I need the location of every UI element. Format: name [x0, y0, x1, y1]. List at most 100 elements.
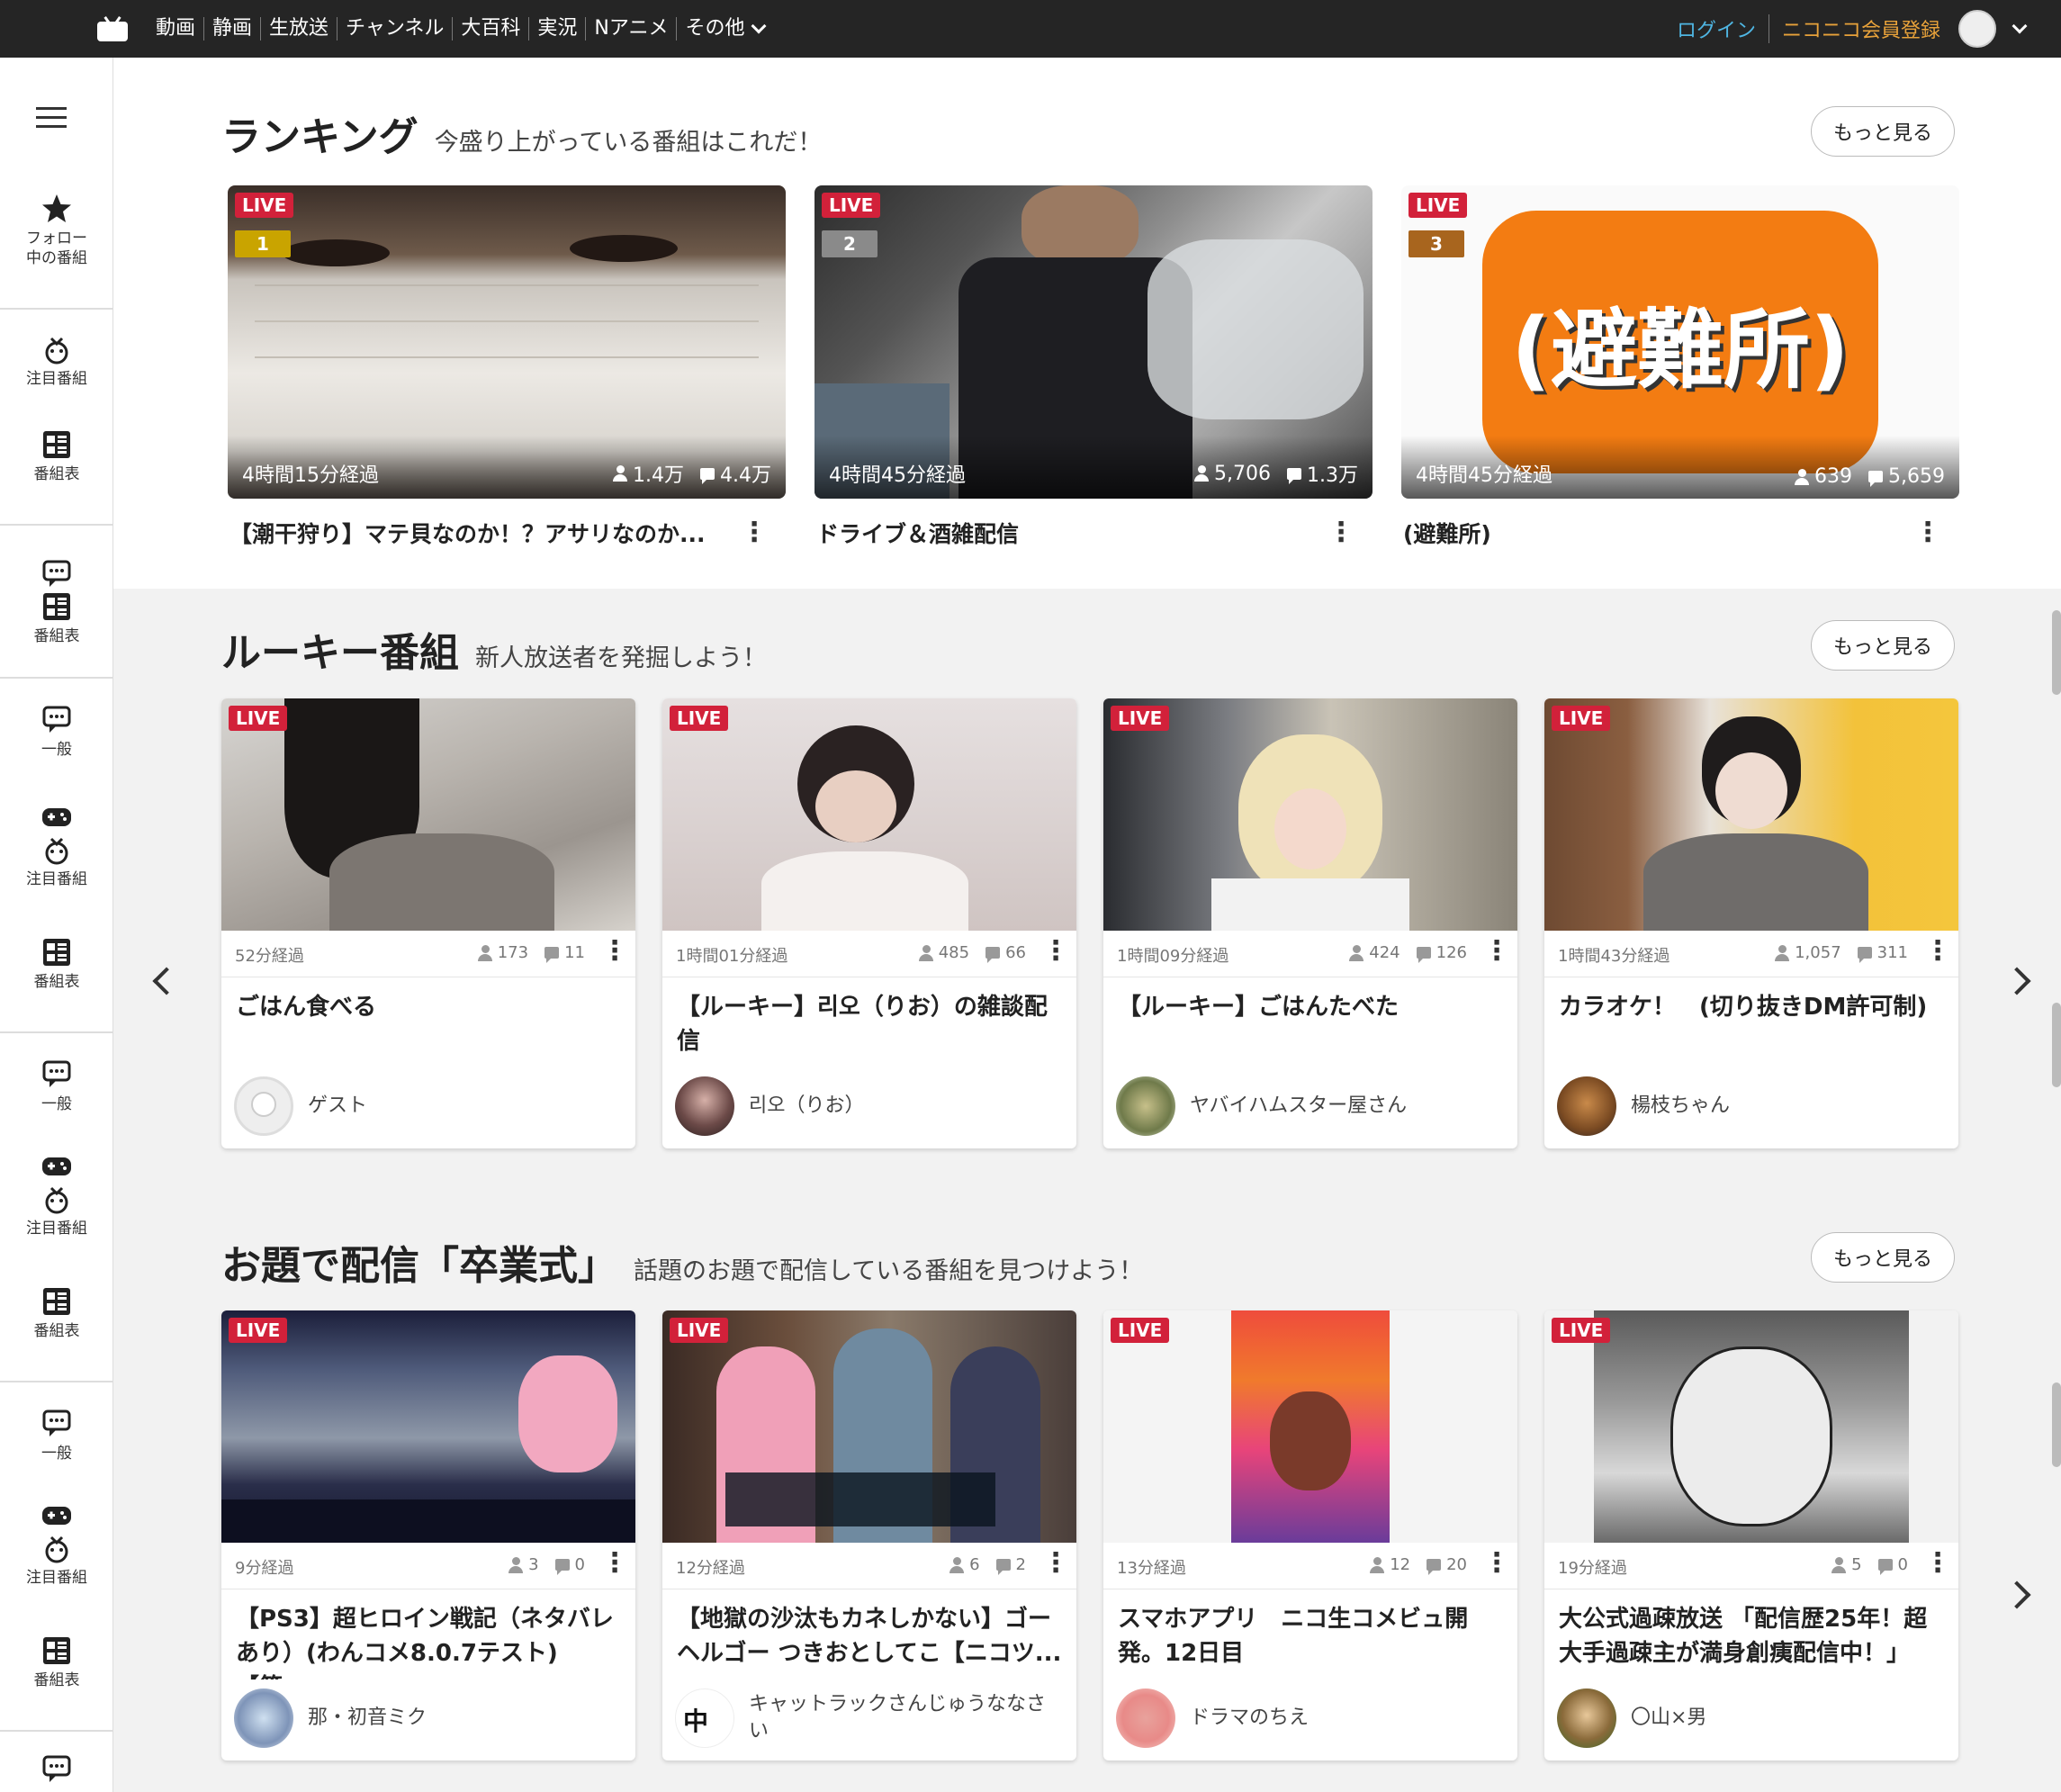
program-thumbnail[interactable]: LIVE [1544, 698, 1958, 931]
ranking-card[interactable]: LIVE 1 4時間15分経過 1.4万 4.4万 【潮干狩り】マテ貝なのか！？ア… [228, 185, 786, 549]
nav-channel[interactable]: チャンネル [338, 17, 454, 41]
sidebar-item-schedule[interactable]: 番組表 [0, 1634, 113, 1690]
broadcaster-name[interactable]: キャットラックさんじゅうななさい [749, 1691, 1055, 1745]
rookie-card[interactable]: LIVE 52分経過 173 11 ごはん食べる ゲスト [221, 698, 635, 1148]
more-button[interactable]: もっと見る [1811, 620, 1955, 671]
user-avatar-icon[interactable] [1958, 10, 1996, 48]
broadcaster-avatar[interactable] [234, 1076, 293, 1136]
program-thumbnail[interactable]: LIVE [221, 698, 635, 931]
broadcaster-avatar[interactable]: 中 [675, 1688, 734, 1748]
more-button[interactable]: もっと見る [1811, 1232, 1955, 1283]
broadcaster-avatar[interactable] [1116, 1688, 1175, 1748]
rookie-card[interactable]: LIVE 1時間43分経過 1,057 311 カラオケ！ (切り抜きDM許可制)… [1544, 698, 1958, 1148]
broadcaster-name[interactable]: 〇山×男 [1631, 1705, 1937, 1732]
program-title[interactable]: 【地獄の沙汰もカネしかない】ゴーヘルゴー つきおとしてこ【ニコツ... [662, 1589, 1076, 1679]
program-title[interactable]: ごはん食べる [221, 977, 635, 1067]
broadcaster[interactable]: 中 キャットラックさんじゅうななさい [675, 1688, 1055, 1748]
program-thumbnail[interactable]: LIVE 1 4時間15分経過 1.4万 4.4万 [228, 185, 786, 499]
broadcaster-avatar[interactable] [1557, 1688, 1616, 1748]
broadcaster-name[interactable]: 那・初音ミク [308, 1705, 614, 1732]
login-link[interactable]: ログイン [1677, 14, 1769, 43]
program-title[interactable]: 【ルーキー】리오（りお）の雑談配信 [662, 977, 1076, 1067]
more-options-icon[interactable] [1483, 1547, 1510, 1579]
more-options-icon[interactable] [1042, 935, 1069, 967]
niconico-tv-logo-icon[interactable] [97, 16, 128, 41]
account-chevron-down-icon[interactable] [2012, 18, 2028, 34]
broadcaster-avatar[interactable] [675, 1076, 734, 1136]
broadcaster[interactable]: ヤバイハムスター屋さん [1116, 1076, 1496, 1136]
program-title[interactable]: (避難所) [1401, 517, 1905, 549]
program-thumbnail[interactable]: LIVE [662, 698, 1076, 931]
broadcaster-name[interactable]: ドラマのちえ [1190, 1705, 1496, 1732]
carousel-next-arrow-icon[interactable] [2002, 967, 2031, 995]
nav-live[interactable]: 生放送 [261, 17, 338, 41]
sidebar-item-attention[interactable]: 注目番組 [0, 333, 113, 389]
broadcaster-avatar[interactable] [1557, 1076, 1616, 1136]
more-options-icon[interactable] [1914, 517, 1941, 548]
program-thumbnail[interactable]: LIVE 2 4時間45分経過 5,706 1.3万 [814, 185, 1372, 499]
ranking-card[interactable]: LIVE 2 4時間45分経過 5,706 1.3万 ドライブ＆酒雑配信 [814, 185, 1372, 549]
hamburger-menu-icon[interactable] [36, 107, 67, 128]
broadcaster-name[interactable]: 楊枝ちゃん [1631, 1093, 1937, 1120]
sidebar-item-general[interactable]: 一般 [0, 1408, 113, 1463]
broadcaster-name[interactable]: ゲスト [308, 1093, 614, 1120]
nav-nanime[interactable]: Nアニメ [586, 17, 678, 41]
program-title[interactable]: 【潮干狩り】マテ貝なのか！？アサリなのか... [228, 517, 732, 549]
sidebar-item-schedule[interactable]: 番組表 [0, 1285, 113, 1341]
nav-other[interactable]: その他 [677, 17, 772, 41]
program-title[interactable]: 【ルーキー】ごはんたべた [1103, 977, 1517, 1067]
broadcaster-name[interactable]: ヤバイハムスター屋さん [1190, 1093, 1496, 1120]
ranking-card[interactable]: (避難所) LIVE 3 4時間45分経過 639 5,659 (避難所) [1401, 185, 1959, 549]
program-thumbnail[interactable]: LIVE [1103, 1310, 1517, 1543]
carousel-prev-arrow-icon[interactable] [152, 967, 181, 995]
broadcaster-avatar[interactable] [234, 1688, 293, 1748]
sidebar-item-schedule[interactable]: 番組表 [0, 936, 113, 992]
theme-card[interactable]: LIVE 12分経過 6 2 【地獄の沙汰もカネしかない】ゴーヘルゴー つきおとし… [662, 1310, 1076, 1760]
sidebar-item-general-partial[interactable] [0, 1753, 113, 1786]
more-options-icon[interactable] [1328, 517, 1354, 548]
more-options-icon[interactable] [1042, 1547, 1069, 1579]
more-button[interactable]: もっと見る [1811, 106, 1955, 157]
more-options-icon[interactable] [1483, 935, 1510, 967]
broadcaster[interactable]: ドラマのちえ [1116, 1688, 1496, 1748]
program-title[interactable]: カラオケ！ (切り抜きDM許可制) [1544, 977, 1958, 1067]
program-title[interactable]: 大公式過疎放送 「配信歴25年！超大手過疎主が満身創痍配信中！」 [1544, 1589, 1958, 1679]
program-thumbnail[interactable]: LIVE [221, 1310, 635, 1543]
theme-card[interactable]: LIVE 13分経過 12 20 スマホアプリ ニコ生コメビュ開発。12日目 ドラ… [1103, 1310, 1517, 1760]
broadcaster[interactable]: 〇山×男 [1557, 1688, 1937, 1748]
more-options-icon[interactable] [741, 517, 768, 548]
program-title[interactable]: ドライブ＆酒雑配信 [814, 517, 1318, 549]
nav-dic[interactable]: 大百科 [453, 17, 530, 41]
program-thumbnail[interactable]: LIVE [662, 1310, 1076, 1543]
sidebar-item-game-attention[interactable]: 注目番組 [0, 1499, 113, 1588]
sidebar-item-follow[interactable]: フォロー中の番組 [0, 193, 113, 268]
rookie-card[interactable]: LIVE 1時間01分経過 485 66 【ルーキー】리오（りお）の雑談配信 리오… [662, 698, 1076, 1148]
scrollbar-thumb[interactable] [2052, 1382, 2061, 1467]
program-thumbnail[interactable]: (避難所) LIVE 3 4時間45分経過 639 5,659 [1401, 185, 1959, 499]
nav-jikkyo[interactable]: 実況 [529, 17, 587, 41]
register-link[interactable]: ニコニコ会員登録 [1769, 14, 1958, 43]
theme-card[interactable]: LIVE 9分経過 3 0 【PS3】超ヒロイン戦記（ネタバレあり）(わんコメ8.… [221, 1310, 635, 1760]
nav-seiga[interactable]: 静画 [204, 17, 262, 41]
program-thumbnail[interactable]: LIVE [1544, 1310, 1958, 1543]
scrollbar-thumb[interactable] [2052, 610, 2061, 695]
sidebar-item-game-attention[interactable]: 注目番組 [0, 1150, 113, 1238]
sidebar-item-game-attention[interactable]: 注目番組 [0, 801, 113, 889]
more-options-icon[interactable] [601, 1547, 628, 1579]
more-options-icon[interactable] [1924, 935, 1951, 967]
broadcaster[interactable]: 리오（りお） [675, 1076, 1055, 1136]
broadcaster[interactable]: 那・初音ミク [234, 1688, 614, 1748]
theme-card[interactable]: LIVE 19分経過 5 0 大公式過疎放送 「配信歴25年！超大手過疎主が満身創… [1544, 1310, 1958, 1760]
more-options-icon[interactable] [1924, 1547, 1951, 1579]
program-thumbnail[interactable]: LIVE [1103, 698, 1517, 931]
broadcaster[interactable]: ゲスト [234, 1076, 614, 1136]
scrollbar-thumb[interactable] [2052, 1003, 2061, 1087]
program-title[interactable]: スマホアプリ ニコ生コメビュ開発。12日目 [1103, 1589, 1517, 1679]
broadcaster[interactable]: 楊枝ちゃん [1557, 1076, 1937, 1136]
sidebar-item-chat-schedule[interactable]: 番組表 [0, 558, 113, 646]
sidebar-item-schedule[interactable]: 番組表 [0, 428, 113, 484]
rookie-card[interactable]: LIVE 1時間09分経過 424 126 【ルーキー】ごはんたべた ヤバイハムス… [1103, 698, 1517, 1148]
sidebar-item-general[interactable]: 一般 [0, 704, 113, 760]
program-title[interactable]: 【PS3】超ヒロイン戦記（ネタバレあり）(わんコメ8.0.7テスト)【第... [221, 1589, 635, 1679]
broadcaster-avatar[interactable] [1116, 1076, 1175, 1136]
